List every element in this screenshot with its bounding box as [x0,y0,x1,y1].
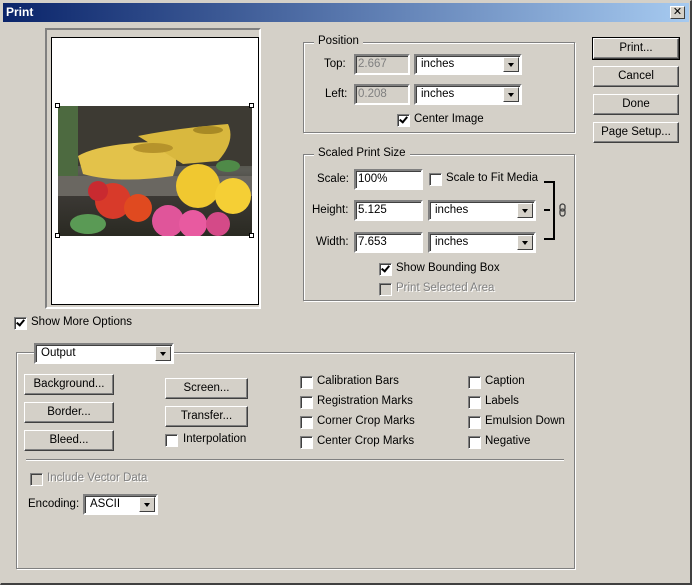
options-category-select[interactable]: Output [34,343,174,364]
center-image-label: Center Image [414,113,484,125]
labels-checkbox[interactable] [468,396,481,409]
left-unit-value: inches [421,88,455,100]
left-field[interactable]: 0.208 [354,84,410,105]
corner-crop-marks-checkbox[interactable] [300,416,313,429]
position-legend: Position [314,35,363,47]
top-label: Top: [324,58,346,70]
negative-checkbox[interactable] [468,436,481,449]
include-vector-data-checkbox[interactable] [30,473,43,486]
top-unit-value: inches [421,58,455,70]
preview-page [51,37,259,305]
emulsion-down-checkbox[interactable] [468,416,481,429]
show-more-options-checkbox[interactable] [14,317,27,330]
width-field[interactable]: 7.653 [354,232,423,253]
background-button[interactable]: Background... [24,374,114,395]
top-field[interactable]: 2.667 [354,54,410,75]
center-crop-marks-checkbox[interactable] [300,436,313,449]
interpolation-checkbox[interactable] [165,434,178,447]
calibration-bars-checkbox[interactable] [300,376,313,389]
done-button[interactable]: Done [593,94,679,115]
print-preview [45,28,261,309]
encoding-label: Encoding: [28,498,80,510]
cancel-button[interactable]: Cancel [593,66,679,87]
chevron-down-icon [139,497,155,512]
bounding-box-handle[interactable] [55,103,60,108]
border-button[interactable]: Border... [24,402,114,423]
height-unit-select[interactable]: inches [428,200,536,221]
page-setup-button[interactable]: Page Setup... [593,122,679,143]
close-icon: ✕ [672,6,683,18]
chevron-down-icon [155,346,171,361]
bounding-box-handle[interactable] [249,103,254,108]
caption-checkbox[interactable] [468,376,481,389]
height-unit-value: inches [435,204,469,216]
chevron-down-icon [503,87,519,102]
output-separator [26,459,564,461]
bracket-tick [544,209,550,211]
chevron-down-icon [517,203,533,218]
center-image-checkbox[interactable] [397,114,410,127]
calibration-bars-label: Calibration Bars [317,375,399,387]
scaled-legend: Scaled Print Size [314,147,410,159]
screen-button[interactable]: Screen... [165,378,248,399]
photo-illustration [58,106,252,236]
negative-label: Negative [485,435,531,447]
scale-label: Scale: [317,173,349,185]
top-unit-select[interactable]: inches [414,54,522,75]
show-bounding-box-label: Show Bounding Box [396,262,500,274]
scale-to-fit-checkbox[interactable] [429,173,442,186]
bleed-button[interactable]: Bleed... [24,430,114,451]
bounding-box-handle[interactable] [249,233,254,238]
registration-marks-label: Registration Marks [317,395,413,407]
transfer-button[interactable]: Transfer... [165,406,248,427]
interpolation-label: Interpolation [183,433,247,445]
emulsion-down-label: Emulsion Down [485,415,565,427]
options-category-value: Output [41,347,76,359]
center-crop-marks-label: Center Crop Marks [317,435,415,447]
height-label: Height: [312,204,349,216]
print-selected-area-checkbox[interactable] [379,283,392,296]
labels-label: Labels [485,395,519,407]
title-bar: Print ✕ [3,3,689,22]
left-unit-select[interactable]: inches [414,84,522,105]
chevron-down-icon [503,57,519,72]
registration-marks-checkbox[interactable] [300,396,313,409]
show-more-options-label: Show More Options [31,316,132,328]
width-unit-value: inches [435,236,469,248]
width-label: Width: [316,236,349,248]
chevron-down-icon [517,235,533,250]
encoding-value: ASCII [90,498,121,510]
width-unit-select[interactable]: inches [428,232,536,253]
print-dialog: Print ✕ Position Top: 2.667 inches Left:… [0,0,692,585]
corner-crop-marks-label: Corner Crop Marks [317,415,415,427]
scale-field[interactable]: 100% [354,169,423,190]
print-button[interactable]: Print... [592,37,680,60]
caption-label: Caption [485,375,525,387]
print-selected-area-label: Print Selected Area [396,282,495,294]
link-icon[interactable] [558,203,568,217]
window-title: Print [6,5,34,19]
left-label: Left: [325,88,348,100]
include-vector-data-label: Include Vector Data [47,472,148,484]
height-field[interactable]: 5.125 [354,200,423,221]
close-button[interactable]: ✕ [670,6,685,19]
encoding-select[interactable]: ASCII [83,494,158,515]
preview-image[interactable] [58,106,252,236]
bounding-box-handle[interactable] [55,233,60,238]
show-bounding-box-checkbox[interactable] [379,263,392,276]
scale-to-fit-label: Scale to Fit Media [446,172,539,184]
